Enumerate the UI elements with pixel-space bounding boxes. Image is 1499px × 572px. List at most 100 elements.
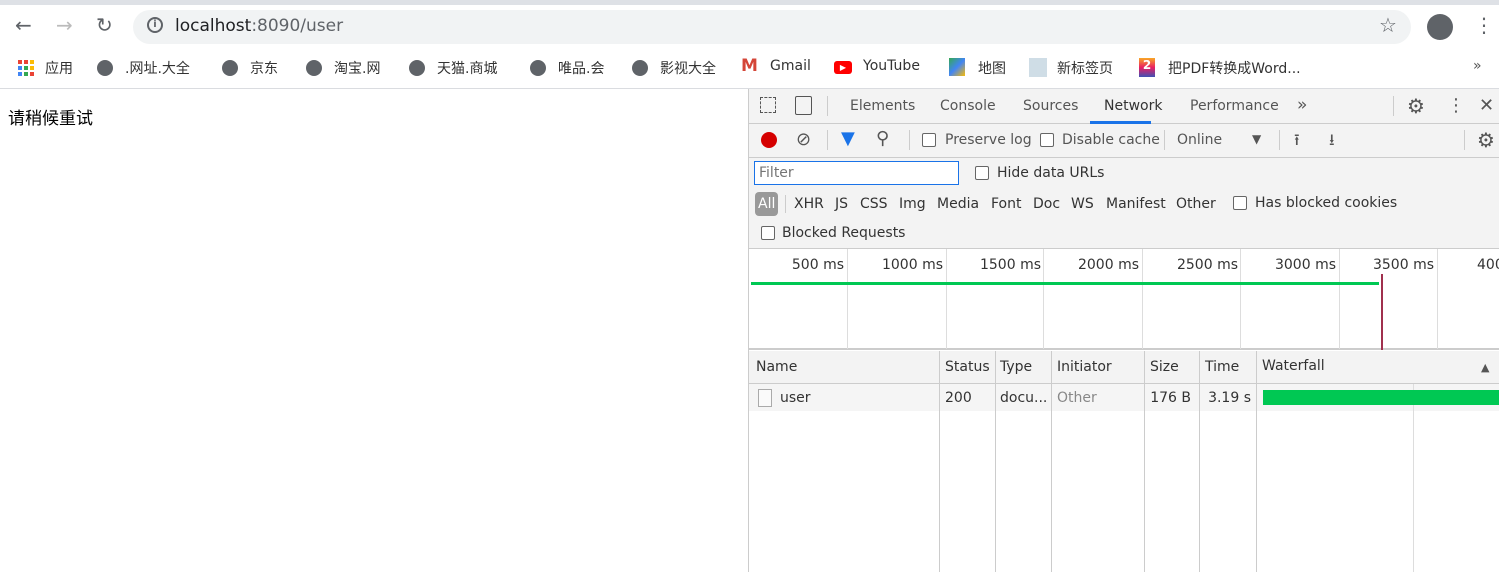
column-divider xyxy=(1256,351,1257,572)
info-icon[interactable]: i xyxy=(147,17,163,33)
timeline-tick: 400 xyxy=(1477,257,1499,273)
has-blocked-cookies-label: Has blocked cookies xyxy=(1255,195,1398,211)
divider xyxy=(1279,130,1280,150)
chevron-down-icon[interactable]: ▼ xyxy=(1252,132,1261,146)
tab-elements[interactable]: Elements xyxy=(850,98,915,114)
has-blocked-cookies-checkbox[interactable] xyxy=(1233,196,1247,210)
timeline-gridline xyxy=(1437,249,1438,349)
type-filter-all[interactable]: All xyxy=(758,196,775,212)
tab-console[interactable]: Console xyxy=(940,98,996,114)
timeline-tick: 500 ms xyxy=(791,257,844,273)
bookmark-item[interactable]: YouTube xyxy=(863,58,920,74)
timeline-gridline xyxy=(1142,249,1143,349)
timeline-tick: 2000 ms xyxy=(1077,257,1139,273)
search-icon[interactable]: ⚲ xyxy=(876,128,889,149)
type-filter-img[interactable]: Img xyxy=(899,196,926,212)
url-text[interactable]: localhost:8090/user xyxy=(175,16,343,36)
throttle-select[interactable]: Online xyxy=(1177,132,1222,148)
more-tabs-icon[interactable]: » xyxy=(1297,95,1307,115)
type-filter-js[interactable]: JS xyxy=(835,196,848,212)
document-icon xyxy=(758,389,772,407)
close-devtools-icon[interactable]: ✕ xyxy=(1479,95,1494,116)
sort-ascending-icon[interactable]: ▲ xyxy=(1481,361,1489,374)
profile-avatar-icon[interactable] xyxy=(1427,14,1453,40)
timeline-gridline xyxy=(946,249,947,349)
disable-cache-checkbox[interactable] xyxy=(1040,133,1054,147)
page-thumbnail-icon xyxy=(1029,58,1047,77)
bookmark-item[interactable]: Gmail xyxy=(770,58,811,74)
more-options-icon[interactable]: ⋮ xyxy=(1447,95,1465,116)
divider xyxy=(1393,96,1394,116)
blocked-requests-checkbox[interactable] xyxy=(761,226,775,240)
request-status: 200 xyxy=(945,390,972,406)
request-type: docu... xyxy=(1000,390,1048,406)
timeline-tick: 3000 ms xyxy=(1274,257,1336,273)
type-filter-manifest[interactable]: Manifest xyxy=(1106,196,1166,212)
column-header-status[interactable]: Status xyxy=(945,359,990,375)
column-header-size[interactable]: Size xyxy=(1150,359,1179,375)
type-filter-xhr[interactable]: XHR xyxy=(794,196,824,212)
bookmark-apps[interactable]: 应用 xyxy=(45,58,73,78)
timeline-gridline xyxy=(1043,249,1044,349)
bookmark-item[interactable]: 京东 xyxy=(250,58,278,78)
hide-data-urls-checkbox[interactable] xyxy=(975,166,989,180)
filter-input[interactable] xyxy=(754,161,959,185)
column-header-waterfall[interactable]: Waterfall xyxy=(1262,358,1325,374)
record-icon[interactable] xyxy=(761,132,777,148)
bookmark-item[interactable]: 影视大全 xyxy=(660,58,716,78)
timeline-gridline xyxy=(1240,249,1241,349)
device-toolbar-icon[interactable] xyxy=(795,96,812,115)
column-divider xyxy=(939,351,940,572)
type-filter-media[interactable]: Media xyxy=(937,196,979,212)
network-settings-gear-icon[interactable]: ⚙ xyxy=(1477,128,1495,152)
apps-grid-icon xyxy=(18,60,34,76)
divider xyxy=(827,96,828,116)
tab-sources[interactable]: Sources xyxy=(1023,98,1078,114)
column-header-initiator[interactable]: Initiator xyxy=(1057,359,1112,375)
clear-icon[interactable]: ⊘ xyxy=(796,129,811,150)
preserve-log-label: Preserve log xyxy=(945,132,1032,148)
request-name[interactable]: user xyxy=(780,390,811,406)
inspect-element-icon[interactable] xyxy=(760,97,776,113)
timeline-tick: 2500 ms xyxy=(1176,257,1238,273)
timeline-tick: 1000 ms xyxy=(881,257,943,273)
bookmark-item[interactable]: .网址.大全 xyxy=(125,58,190,78)
filter-funnel-icon[interactable]: ▼ xyxy=(841,128,855,149)
type-filter-ws[interactable]: WS xyxy=(1071,196,1094,212)
bookmark-item[interactable]: 唯品.会 xyxy=(558,58,604,78)
pdf-icon: 2 xyxy=(1139,58,1155,77)
menu-dots-icon[interactable]: ⋮ xyxy=(1474,13,1494,37)
bookmark-item[interactable]: 把PDF转换成Word... xyxy=(1168,58,1301,78)
reload-icon[interactable]: ↻ xyxy=(96,13,113,37)
type-filter-other[interactable]: Other xyxy=(1176,196,1216,212)
type-filter-doc[interactable]: Doc xyxy=(1033,196,1060,212)
column-divider xyxy=(1051,351,1052,572)
column-header-time[interactable]: Time xyxy=(1205,359,1239,375)
request-time: 3.19 s xyxy=(1208,390,1251,406)
forward-icon[interactable]: → xyxy=(56,13,73,37)
export-har-icon[interactable]: ⭳ xyxy=(1329,129,1335,156)
divider xyxy=(1464,130,1465,150)
blocked-requests-label: Blocked Requests xyxy=(782,225,906,241)
column-header-name[interactable]: Name xyxy=(756,359,797,375)
waterfall-bar xyxy=(1263,390,1499,405)
tab-network[interactable]: Network xyxy=(1104,98,1162,114)
timeline-gridline xyxy=(847,249,848,349)
settings-gear-icon[interactable]: ⚙ xyxy=(1407,94,1425,118)
bookmark-item[interactable]: 淘宝.网 xyxy=(334,58,380,78)
bookmark-item[interactable]: 天猫.商城 xyxy=(437,58,497,78)
type-filter-css[interactable]: CSS xyxy=(860,196,888,212)
more-bookmarks-icon[interactable]: » xyxy=(1473,58,1482,74)
type-filter-font[interactable]: Font xyxy=(991,196,1021,212)
import-har-icon[interactable]: ⭱ xyxy=(1294,129,1300,156)
bookmark-star-icon[interactable]: ☆ xyxy=(1379,13,1397,37)
column-divider xyxy=(1199,351,1200,572)
bookmark-item[interactable]: 地图 xyxy=(978,58,1006,78)
preserve-log-checkbox[interactable] xyxy=(922,133,936,147)
globe-icon xyxy=(632,60,648,76)
bookmark-item[interactable]: 新标签页 xyxy=(1057,58,1113,78)
tab-performance[interactable]: Performance xyxy=(1190,98,1279,114)
back-icon[interactable]: ← xyxy=(15,13,32,37)
column-header-type[interactable]: Type xyxy=(1000,359,1032,375)
requests-table-header xyxy=(749,351,1499,384)
